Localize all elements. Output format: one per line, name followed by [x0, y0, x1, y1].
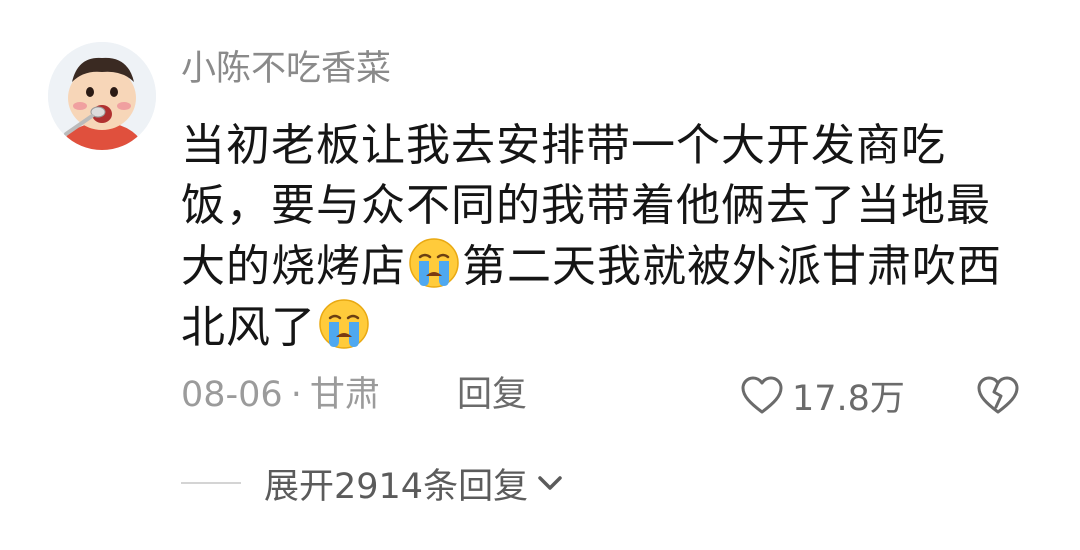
comment-meta: 08-06 · 甘肃: [181, 372, 380, 418]
username[interactable]: 小陈不吃香菜: [181, 46, 391, 92]
divider: [181, 482, 241, 484]
heart-icon: [741, 376, 783, 414]
avatar[interactable]: [48, 42, 156, 150]
comment-location: 甘肃: [309, 375, 380, 415]
like-count: 17.8万: [792, 378, 905, 419]
expand-replies-label: 展开2914条回复: [264, 466, 529, 507]
dislike-button[interactable]: [976, 375, 1020, 415]
crying-face-icon: [407, 236, 461, 290]
expand-replies-button[interactable]: 展开2914条回复: [264, 460, 564, 507]
broken-heart-icon: [977, 376, 1019, 414]
like-button[interactable]: 17.8万: [740, 372, 905, 419]
meta-separator: ·: [290, 375, 302, 415]
chevron-down-icon: [538, 476, 562, 490]
reply-button[interactable]: 回复: [457, 372, 527, 418]
cartoon-avatar-icon: [48, 42, 156, 150]
comment-text: 当初老板让我去安排带一个大开发商吃饭，要与众不同的我带着他俩去了当地最大的烧烤店…: [181, 116, 1011, 358]
crying-face-icon: [317, 297, 371, 351]
comment-date: 08-06: [181, 375, 283, 415]
